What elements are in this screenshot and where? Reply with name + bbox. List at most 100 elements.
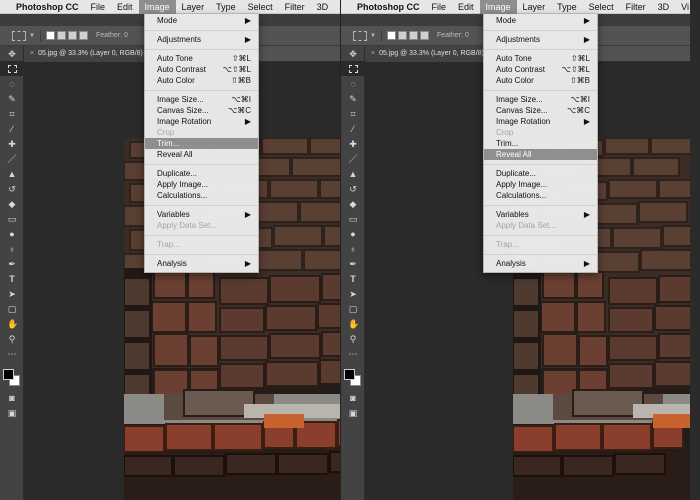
pen-icon[interactable]: ✒ (341, 256, 365, 271)
type-icon[interactable]: T (341, 271, 365, 286)
menu-item-analysis[interactable]: Analysis ▶ (145, 258, 258, 269)
move-icon[interactable]: ✥ (341, 46, 365, 61)
document-tab[interactable]: × 05.jpg @ 33.3% (Layer 0, RGB/8) (365, 46, 493, 62)
foreground-color-swatch[interactable] (3, 369, 14, 380)
history-brush-icon[interactable]: ↺ (341, 181, 365, 196)
menu-item-trim[interactable]: Trim... (145, 138, 258, 149)
crop-icon[interactable]: ⌗ (0, 106, 24, 121)
marquee-icon[interactable] (0, 61, 24, 76)
menu-3d[interactable]: 3D (311, 0, 335, 14)
menu-item-analysis[interactable]: Analysis ▶ (484, 258, 597, 269)
menu-item-auto-color[interactable]: Auto Color ⇧⌘B (484, 75, 597, 86)
subtract-selection-button[interactable] (67, 31, 77, 40)
menu-item-calculations[interactable]: Calculations... (145, 190, 258, 201)
menu-type[interactable]: Type (551, 0, 583, 14)
menu-item-trim[interactable]: Trim... (484, 138, 597, 149)
quick-mask-icon[interactable]: ◙ (0, 390, 24, 405)
color-swatches[interactable] (0, 364, 24, 390)
menu-select[interactable]: Select (583, 0, 620, 14)
menu-file[interactable]: File (426, 0, 453, 14)
close-icon[interactable]: × (30, 50, 34, 57)
chevron-down-icon[interactable]: ▼ (29, 33, 35, 39)
quick-select-icon[interactable]: ✎ (341, 91, 365, 106)
subtract-selection-button[interactable] (408, 31, 418, 40)
marquee-icon[interactable] (341, 61, 365, 76)
menu-item-image-rotation[interactable]: Image Rotation ▶ (484, 116, 597, 127)
eraser-icon[interactable]: ◆ (341, 196, 365, 211)
menu-edit[interactable]: Edit (452, 0, 480, 14)
menu-edit[interactable]: Edit (111, 0, 139, 14)
menu-item-reveal-all[interactable]: Reveal All (145, 149, 258, 160)
type-icon[interactable]: T (0, 271, 24, 286)
rectangle-icon[interactable]: ▢ (0, 301, 24, 316)
menu-filter[interactable]: Filter (279, 0, 311, 14)
new-selection-button[interactable] (45, 31, 55, 40)
eyedropper-icon[interactable]: ⁄ (0, 121, 24, 136)
menu-item-canvas-size[interactable]: Canvas Size... ⌥⌘C (145, 105, 258, 116)
history-brush-icon[interactable]: ↺ (0, 181, 24, 196)
healing-icon[interactable]: ✚ (0, 136, 24, 151)
dodge-icon[interactable]: ♁ (341, 241, 365, 256)
brush-icon[interactable]: ／ (0, 151, 24, 166)
menu-item-image-size[interactable]: Image Size... ⌥⌘I (145, 94, 258, 105)
eyedropper-icon[interactable]: ⁄ (341, 121, 365, 136)
intersect-selection-button[interactable] (78, 31, 88, 40)
menu-layer[interactable]: Layer (176, 0, 211, 14)
menu-item-duplicate[interactable]: Duplicate... (145, 168, 258, 179)
lasso-icon[interactable]: ◌ (341, 76, 365, 91)
menu-item-auto-color[interactable]: Auto Color ⇧⌘B (145, 75, 258, 86)
menu-item-auto-tone[interactable]: Auto Tone ⇧⌘L (145, 53, 258, 64)
path-select-icon[interactable]: ➤ (341, 286, 365, 301)
blur-icon[interactable]: ● (341, 226, 365, 241)
menu-item-adjustments[interactable]: Adjustments ▶ (484, 34, 597, 45)
menu-item-mode[interactable]: Mode ▶ (484, 15, 597, 26)
more-icon[interactable]: ⋯ (341, 346, 365, 361)
healing-icon[interactable]: ✚ (341, 136, 365, 151)
menu-item-auto-contrast[interactable]: Auto Contrast ⌥⇧⌘L (145, 64, 258, 75)
rectangle-icon[interactable]: ▢ (341, 301, 365, 316)
more-icon[interactable]: ⋯ (0, 346, 24, 361)
zoom-icon[interactable]: ⚲ (341, 331, 365, 346)
marquee-preset-icon[interactable] (353, 30, 367, 41)
lasso-icon[interactable]: ◌ (0, 76, 24, 91)
menu-3d[interactable]: 3D (652, 0, 676, 14)
menu-item-image-size[interactable]: Image Size... ⌥⌘I (484, 94, 597, 105)
stamp-icon[interactable]: ▲ (341, 166, 365, 181)
menu-file[interactable]: File (85, 0, 112, 14)
menu-view[interactable]: Vi (675, 0, 690, 14)
menu-item-image-rotation[interactable]: Image Rotation ▶ (145, 116, 258, 127)
menu-item-duplicate[interactable]: Duplicate... (484, 168, 597, 179)
stamp-icon[interactable]: ▲ (0, 166, 24, 181)
gradient-icon[interactable]: ▭ (0, 211, 24, 226)
menu-item-auto-contrast[interactable]: Auto Contrast ⌥⇧⌘L (484, 64, 597, 75)
menu-type[interactable]: Type (210, 0, 242, 14)
brush-icon[interactable]: ／ (341, 151, 365, 166)
intersect-selection-button[interactable] (419, 31, 429, 40)
zoom-icon[interactable]: ⚲ (0, 331, 24, 346)
menu-item-auto-tone[interactable]: Auto Tone ⇧⌘L (484, 53, 597, 64)
menu-item-apply-image[interactable]: Apply Image... (145, 179, 258, 190)
menu-layer[interactable]: Layer (517, 0, 552, 14)
menu-item-calculations[interactable]: Calculations... (484, 190, 597, 201)
menu-filter[interactable]: Filter (620, 0, 652, 14)
menu-item-variables[interactable]: Variables ▶ (484, 209, 597, 220)
color-swatches[interactable] (341, 364, 365, 390)
document-tab[interactable]: × 05.jpg @ 33.3% (Layer 0, RGB/8) (24, 46, 152, 62)
menu-item-apply-image[interactable]: Apply Image... (484, 179, 597, 190)
close-icon[interactable]: × (371, 50, 375, 57)
eraser-icon[interactable]: ◆ (0, 196, 24, 211)
pen-icon[interactable]: ✒ (0, 256, 24, 271)
add-selection-button[interactable] (56, 31, 66, 40)
menu-item-mode[interactable]: Mode ▶ (145, 15, 258, 26)
quick-select-icon[interactable]: ✎ (0, 91, 24, 106)
crop-icon[interactable]: ⌗ (341, 106, 365, 121)
chevron-down-icon[interactable]: ▼ (370, 33, 376, 39)
blur-icon[interactable]: ● (0, 226, 24, 241)
dodge-icon[interactable]: ♁ (0, 241, 24, 256)
gradient-icon[interactable]: ▭ (341, 211, 365, 226)
add-selection-button[interactable] (397, 31, 407, 40)
menu-app-name[interactable]: Photoshop CC (10, 0, 85, 14)
menu-image[interactable]: Image (479, 0, 517, 14)
menu-item-variables[interactable]: Variables ▶ (145, 209, 258, 220)
hand-icon[interactable]: ✋ (0, 316, 24, 331)
